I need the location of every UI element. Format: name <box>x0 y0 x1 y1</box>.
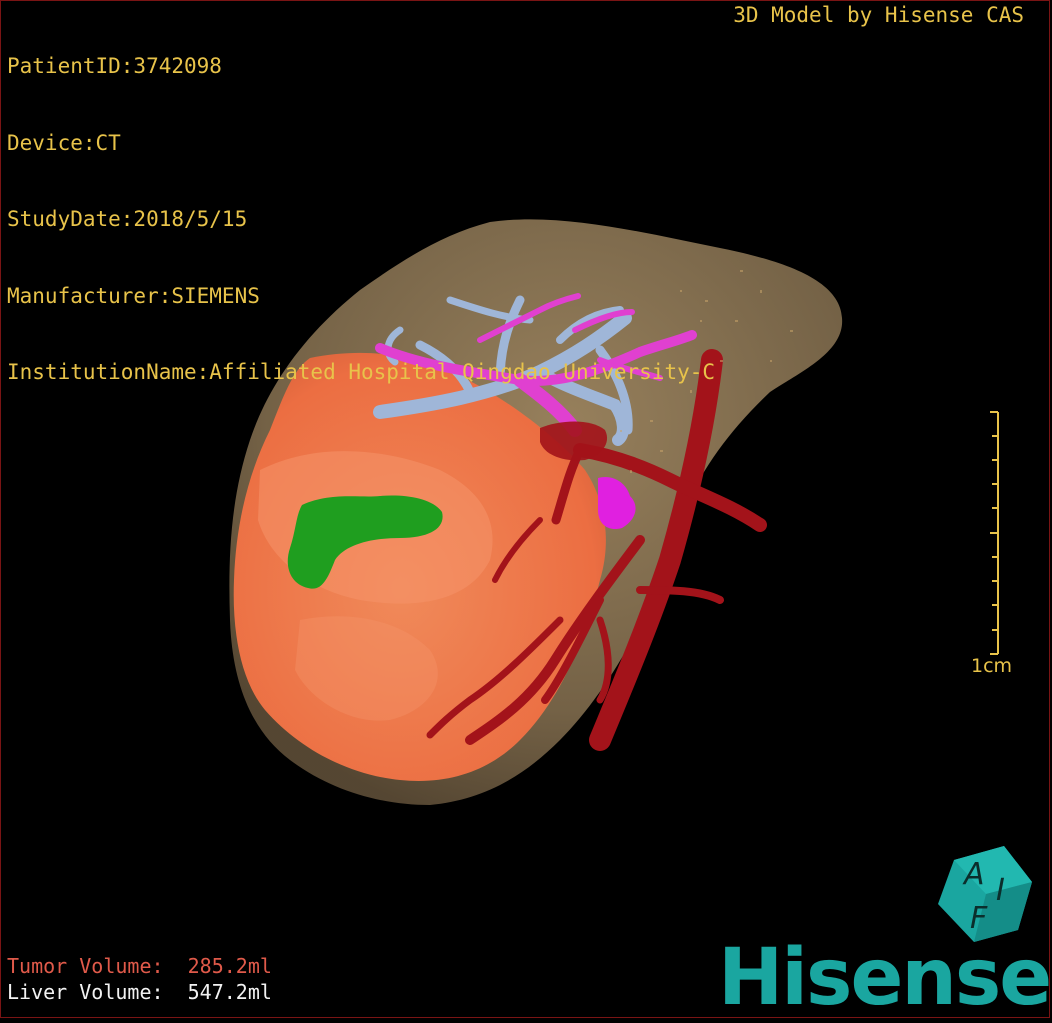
study-info: PatientID:3742098 Device:CT StudyDate:20… <box>7 3 715 411</box>
cube-letter-i: I <box>996 873 1005 908</box>
liver-volume: Liver Volume: 547.2ml <box>7 980 272 1004</box>
scale-bar-label: 1cm <box>971 655 1013 677</box>
patient-id: PatientID:3742098 <box>7 54 222 78</box>
study-date: StudyDate:2018/5/15 <box>7 207 248 231</box>
orientation-cube-icon[interactable]: A I F <box>934 842 1036 944</box>
brand-logo: Hisense <box>718 933 1052 1023</box>
scale-bar <box>990 411 999 655</box>
cube-letter-f: F <box>970 901 988 936</box>
model-credit: 3D Model by Hisense CAS <box>733 3 1024 27</box>
cube-letter-a: A <box>962 857 985 892</box>
manufacturer: Manufacturer:SIEMENS <box>7 283 260 308</box>
device: Device:CT <box>7 130 121 155</box>
tumor-volume: Tumor Volume: 285.2ml <box>7 954 272 978</box>
institution-name: InstitutionName:Affiliated Hospital Qing… <box>7 360 716 384</box>
